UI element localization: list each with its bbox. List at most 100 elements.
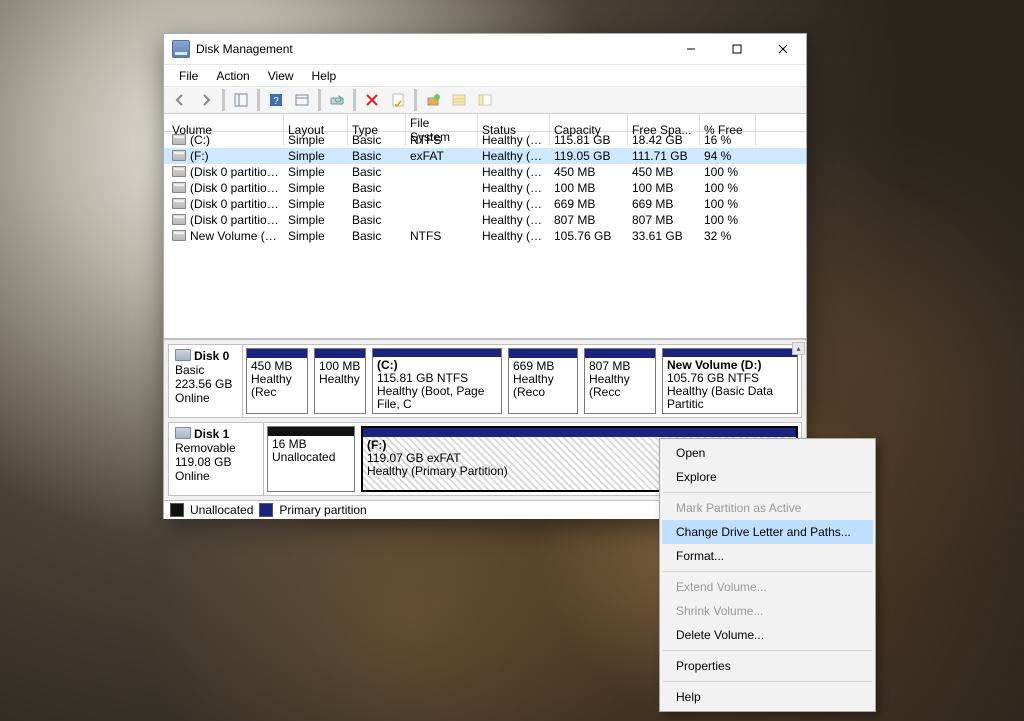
menu-help[interactable]: Help xyxy=(303,66,346,86)
new-partition-button[interactable] xyxy=(421,88,445,112)
partition-text: New Volume (D:)105.76 GB NTFSHealthy (Ba… xyxy=(663,357,797,413)
forward-button[interactable] xyxy=(194,88,218,112)
volume-fs: exFAT xyxy=(406,148,478,164)
volume-row[interactable]: (Disk 0 partition 5)SimpleBasicHealthy (… xyxy=(164,196,806,212)
menu-view[interactable]: View xyxy=(259,66,303,86)
disk0-partition[interactable]: 450 MBHealthy (Rec xyxy=(246,348,308,414)
volume-status: Healthy (R... xyxy=(478,196,550,212)
partition-text: 669 MBHealthy (Reco xyxy=(509,358,577,401)
scroll-up-icon[interactable]: ▴ xyxy=(792,342,805,355)
disk0-type: Basic xyxy=(175,363,236,377)
context-menu-item: Shrink Volume... xyxy=(662,599,873,623)
volume-row[interactable]: (Disk 0 partition 1)SimpleBasicHealthy (… xyxy=(164,164,806,180)
drive-icon xyxy=(172,182,186,193)
disk0-partitions: 450 MBHealthy (Rec100 MBHealthy(C:)115.8… xyxy=(243,345,801,417)
volume-name: (Disk 0 partition 1) xyxy=(168,164,284,180)
back-button[interactable] xyxy=(168,88,192,112)
context-menu[interactable]: OpenExplore Mark Partition as ActiveChang… xyxy=(659,438,876,712)
disk1-size: 119.08 GB xyxy=(175,455,257,469)
partition-status: Unallocated xyxy=(272,451,350,464)
partition-bar-unallocated xyxy=(268,427,354,436)
disk1-unallocated[interactable]: 16 MB Unallocated xyxy=(267,426,355,492)
volume-name: (Disk 0 partition 5) xyxy=(168,196,284,212)
context-menu-item[interactable]: Change Drive Letter and Paths... xyxy=(662,520,873,544)
volume-free: 807 MB xyxy=(628,212,700,228)
volume-pct: 100 % xyxy=(700,180,756,196)
volume-row[interactable]: (C:)SimpleBasicNTFSHealthy (B...115.81 G… xyxy=(164,132,806,148)
partition-text: 807 MBHealthy (Recc xyxy=(585,358,655,401)
volume-status: Healthy (P... xyxy=(478,148,550,164)
minimize-button[interactable] xyxy=(668,34,714,64)
context-menu-item[interactable]: Properties xyxy=(662,654,873,678)
refresh-button[interactable] xyxy=(325,88,349,112)
menu-bar: File Action View Help xyxy=(164,65,806,87)
menu-separator xyxy=(663,492,872,493)
toolbar-sep xyxy=(353,89,356,111)
graphical-view-button[interactable] xyxy=(473,88,497,112)
drive-icon xyxy=(172,166,186,177)
disk1-info[interactable]: Disk 1 Removable 119.08 GB Online xyxy=(169,423,264,495)
disk0-partition[interactable]: 100 MBHealthy xyxy=(314,348,366,414)
volume-row[interactable]: (Disk 0 partition 2)SimpleBasicHealthy (… xyxy=(164,180,806,196)
partition-status: Healthy (Boot, Page File, C xyxy=(377,385,497,411)
volume-capacity: 807 MB xyxy=(550,212,628,228)
disk0-partition[interactable]: 807 MBHealthy (Recc xyxy=(584,348,656,414)
volume-capacity: 119.05 GB xyxy=(550,148,628,164)
toolbar-sep xyxy=(318,89,321,111)
volume-fs xyxy=(406,187,478,189)
menu-action[interactable]: Action xyxy=(207,66,258,86)
context-menu-item[interactable]: Help xyxy=(662,685,873,709)
drive-icon xyxy=(172,150,186,161)
volume-row[interactable]: (Disk 0 partition 6)SimpleBasicHealthy (… xyxy=(164,212,806,228)
toolbar-sep xyxy=(222,89,225,111)
maximize-button[interactable] xyxy=(714,34,760,64)
volume-capacity: 100 MB xyxy=(550,180,628,196)
volume-list-button[interactable] xyxy=(447,88,471,112)
volume-capacity: 115.81 GB xyxy=(550,132,628,148)
svg-text:?: ? xyxy=(273,96,279,107)
volume-fs: NTFS xyxy=(406,228,478,244)
volume-pct: 94 % xyxy=(700,148,756,164)
menu-file[interactable]: File xyxy=(170,66,207,86)
legend-label-primary: Primary partition xyxy=(279,503,366,517)
legend-label-unallocated: Unallocated xyxy=(190,503,253,517)
volume-row[interactable]: (F:)SimpleBasicexFATHealthy (P...119.05 … xyxy=(164,148,806,164)
volume-row[interactable]: New Volume (D:)SimpleBasicNTFSHealthy (B… xyxy=(164,228,806,244)
volume-type: Basic xyxy=(348,132,406,148)
context-menu-item[interactable]: Explore xyxy=(662,465,873,489)
disk0-partition[interactable]: New Volume (D:)105.76 GB NTFSHealthy (Ba… xyxy=(662,348,798,414)
delete-button[interactable] xyxy=(360,88,384,112)
volume-layout: Simple xyxy=(284,164,348,180)
app-icon xyxy=(172,40,190,58)
partition-text: (C:)115.81 GB NTFSHealthy (Boot, Page Fi… xyxy=(373,357,501,413)
drive-icon xyxy=(172,198,186,209)
disk0-name: Disk 0 xyxy=(194,349,229,363)
volume-status: Healthy (R... xyxy=(478,212,550,228)
view-button[interactable] xyxy=(290,88,314,112)
partition-status: Healthy xyxy=(319,373,361,386)
titlebar[interactable]: Disk Management xyxy=(164,34,806,65)
disk0-state: Online xyxy=(175,391,236,405)
volume-name: New Volume (D:) xyxy=(168,228,284,244)
context-menu-item: Mark Partition as Active xyxy=(662,496,873,520)
volume-type: Basic xyxy=(348,212,406,228)
show-hide-tree-button[interactable] xyxy=(229,88,253,112)
volume-pct: 16 % xyxy=(700,132,756,148)
drive-icon xyxy=(172,230,186,241)
disk0-partition[interactable]: 669 MBHealthy (Reco xyxy=(508,348,578,414)
toolbar: ? xyxy=(164,87,806,114)
menu-separator xyxy=(663,681,872,682)
volume-list-body[interactable]: (C:)SimpleBasicNTFSHealthy (B...115.81 G… xyxy=(164,132,806,338)
context-menu-item[interactable]: Open xyxy=(662,441,873,465)
disk0-info[interactable]: Disk 0 Basic 223.56 GB Online xyxy=(169,345,243,417)
help-button[interactable]: ? xyxy=(264,88,288,112)
context-menu-item[interactable]: Format... xyxy=(662,544,873,568)
close-button[interactable] xyxy=(760,34,806,64)
properties-button[interactable] xyxy=(386,88,410,112)
context-menu-item[interactable]: Delete Volume... xyxy=(662,623,873,647)
volume-status: Healthy (R... xyxy=(478,164,550,180)
volume-list-header[interactable]: Volume Layout Type File System Status Ca… xyxy=(164,114,806,132)
volume-name: (F:) xyxy=(168,148,284,164)
partition-text: 16 MB Unallocated xyxy=(268,436,354,466)
disk0-partition[interactable]: (C:)115.81 GB NTFSHealthy (Boot, Page Fi… xyxy=(372,348,502,414)
